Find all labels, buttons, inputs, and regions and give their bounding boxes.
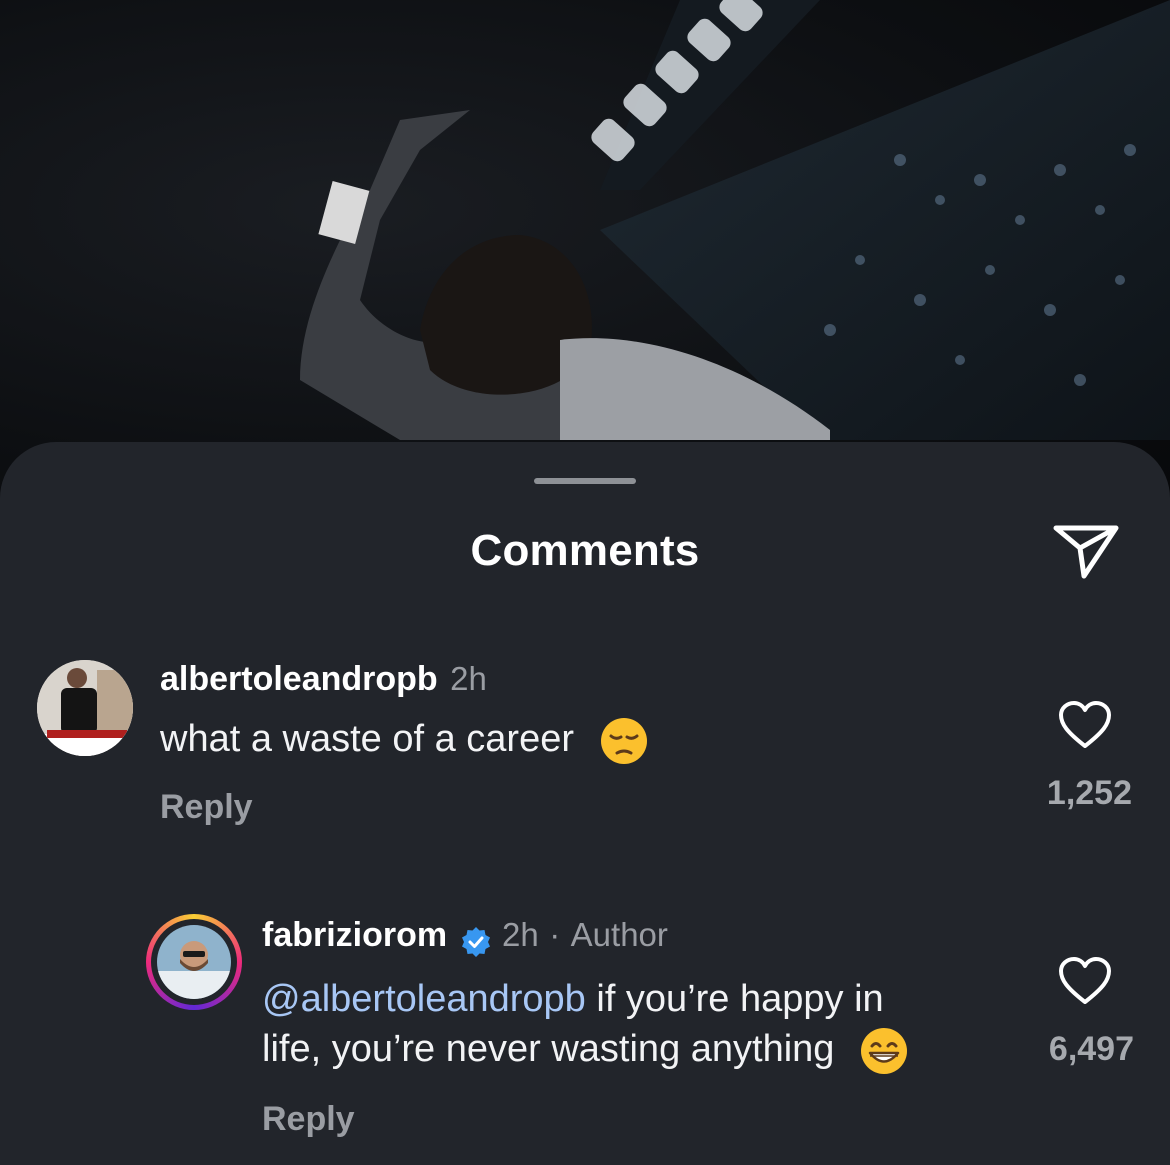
heart-outline-icon[interactable]: [1057, 956, 1113, 1006]
comment-time: 2h: [450, 660, 487, 697]
avatar[interactable]: [37, 660, 133, 756]
sheet-title: Comments: [470, 526, 700, 575]
verified-badge-icon: [461, 926, 490, 957]
grinning-face-emoji: [861, 1027, 907, 1074]
reply-button[interactable]: Reply: [160, 788, 253, 827]
comments-sheet: Comments albertoleandropb 2h what a wast…: [0, 442, 1170, 1165]
like-count: 1,252: [1046, 774, 1132, 812]
comment-text-body: what a waste of a career: [160, 718, 574, 760]
comment-time: 2h: [502, 916, 539, 953]
screen: Comments albertoleandropb 2h what a wast…: [0, 0, 1170, 1165]
comment-username[interactable]: fabriziorom: [262, 916, 447, 954]
comment-text-line2: life, you’re never wasting anything: [262, 1028, 835, 1070]
avatar: [157, 925, 231, 999]
pensive-face-emoji: [600, 717, 647, 764]
author-label: Author: [570, 916, 668, 953]
meta-separator: ·: [549, 916, 561, 953]
comment-text: what a waste of a career: [160, 714, 649, 766]
paper-plane-icon: [1053, 525, 1119, 579]
mention-link[interactable]: @albertoleandropb: [262, 978, 586, 1020]
comment-text-line1: if you’re happy in: [585, 978, 884, 1020]
avatar-story-ring[interactable]: [146, 914, 242, 1010]
like-count: 6,497: [1048, 1030, 1134, 1068]
reply-button[interactable]: Reply: [262, 1100, 355, 1139]
comment-text: @albertoleandropb if you’re happy in lif…: [262, 974, 1022, 1076]
heart-outline-icon[interactable]: [1057, 700, 1113, 750]
share-button[interactable]: [1050, 518, 1122, 582]
comment-username[interactable]: albertoleandropb: [160, 660, 438, 698]
comment-item: albertoleandropb 2h what a waste of a ca…: [0, 658, 1170, 858]
sheet-grabber[interactable]: [534, 478, 636, 484]
comment-reply-item: fabriziorom 2h · Author @albertoleandrop…: [0, 914, 1170, 1154]
